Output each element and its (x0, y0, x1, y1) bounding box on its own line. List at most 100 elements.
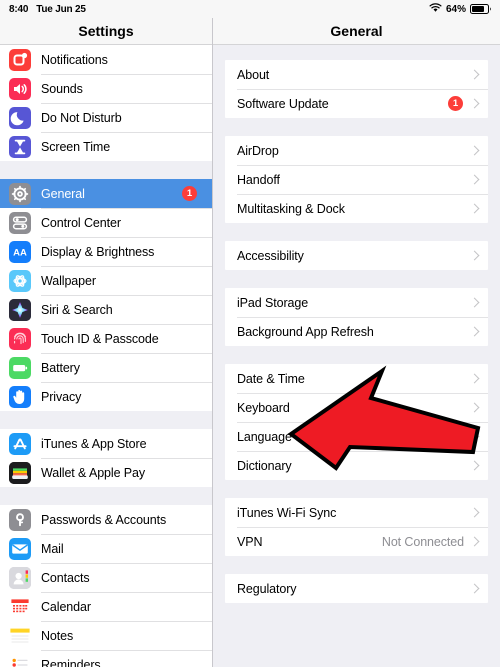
detail-top-gap (213, 45, 500, 60)
chevron-right-icon (471, 203, 478, 214)
detail-row-label: Multitasking & Dock (237, 201, 345, 216)
status-bar-date: Tue Jun 25 (36, 3, 86, 15)
mail-icon (9, 537, 31, 560)
sidebar-item-screen-time[interactable]: Screen Time (0, 132, 212, 161)
chevron-right-icon (471, 98, 478, 109)
control-center-icon (9, 211, 31, 234)
sounds-icon (9, 77, 31, 100)
sidebar-item-label: Contacts (41, 570, 90, 585)
sidebar-group-gap (0, 161, 212, 179)
sidebar-item-passwords-accounts[interactable]: Passwords & Accounts (0, 505, 212, 534)
sidebar-item-reminders[interactable]: Reminders (0, 650, 212, 667)
detail-row-software-update[interactable]: Software Update 1 (225, 89, 488, 118)
wifi-icon (429, 2, 442, 16)
detail-list[interactable]: About Software Update 1 AirDrop Handoff Multi… (213, 45, 500, 667)
detail-row-label: iTunes Wi-Fi Sync (237, 505, 337, 520)
detail-row-ipad-storage[interactable]: iPad Storage (225, 288, 488, 317)
sidebar-item-notes[interactable]: Notes (0, 621, 212, 650)
svg-text:AA: AA (13, 247, 27, 258)
sidebar-item-battery[interactable]: Battery (0, 353, 212, 382)
detail-row-itunes-wi-fi-sync[interactable]: iTunes Wi-Fi Sync (225, 498, 488, 527)
sidebar-header: Settings (0, 18, 212, 45)
sidebar-item-notifications[interactable]: Notifications (0, 45, 212, 74)
detail-group: iPad Storage Background App Refresh (225, 288, 488, 346)
sidebar-group: Notifications Sounds Do Not Disturb Screen … (0, 45, 212, 161)
detail-group: Accessibility (225, 241, 488, 270)
detail-row-vpn[interactable]: VPN Not Connected (225, 527, 488, 556)
detail-row-multitasking-dock[interactable]: Multitasking & Dock (225, 194, 488, 223)
detail-header: General (213, 18, 500, 45)
sidebar-item-label: Wallet & Apple Pay (41, 465, 146, 480)
chevron-right-icon (471, 250, 478, 261)
notifications-icon (9, 48, 31, 71)
sidebar-item-control-center[interactable]: Control Center (0, 208, 212, 237)
sidebar-item-label: Notes (41, 628, 74, 643)
detail-row-label: iPad Storage (237, 295, 309, 310)
chevron-right-icon (471, 69, 478, 80)
screen-time-icon (9, 135, 31, 158)
detail-row-label: Regulatory (237, 581, 297, 596)
detail-row-label: VPN (237, 534, 263, 549)
detail-row-label: AirDrop (237, 143, 279, 158)
notes-icon (9, 624, 31, 647)
sidebar-item-privacy[interactable]: Privacy (0, 382, 212, 411)
sidebar-item-label: General (41, 186, 85, 201)
sidebar-group-gap (0, 487, 212, 505)
sidebar-title: Settings (78, 23, 134, 39)
sidebar-item-general[interactable]: General 1 (0, 179, 212, 208)
sidebar-item-contacts[interactable]: Contacts (0, 563, 212, 592)
detail-group-gap (213, 556, 500, 574)
sidebar-item-calendar[interactable]: Calendar (0, 592, 212, 621)
sidebar-item-label: Display & Brightness (41, 244, 155, 259)
sidebar-item-label: Passwords & Accounts (41, 512, 167, 527)
detail-row-label: Language & Region (237, 429, 346, 444)
detail-group-gap (213, 270, 500, 288)
sidebar-item-badge: 1 (182, 186, 197, 201)
detail-row-label: Keyboard (237, 400, 290, 415)
status-bar-left: 8:40 Tue Jun 25 (9, 4, 86, 15)
chevron-right-icon (471, 402, 478, 413)
chevron-right-icon (471, 536, 478, 547)
sidebar-item-itunes-app-store[interactable]: iTunes & App Store (0, 429, 212, 458)
sidebar-item-label: Calendar (41, 599, 91, 614)
detail-row-about[interactable]: About (225, 60, 488, 89)
detail-row-label: Software Update (237, 96, 329, 111)
detail-row-language-region[interactable]: Language & Region (225, 422, 488, 451)
detail-row-date-time[interactable]: Date & Time (225, 364, 488, 393)
sidebar-item-siri-search[interactable]: Siri & Search (0, 295, 212, 324)
touch-id-icon (9, 327, 31, 350)
detail-group: AirDrop Handoff Multitasking & Dock (225, 136, 488, 223)
chevron-right-icon (471, 174, 478, 185)
sidebar-item-label: iTunes & App Store (41, 436, 147, 451)
sidebar-item-do-not-disturb[interactable]: Do Not Disturb (0, 103, 212, 132)
status-bar: 8:40 Tue Jun 25 64% (0, 0, 500, 18)
chevron-right-icon (471, 145, 478, 156)
chevron-right-icon (471, 431, 478, 442)
status-bar-right: 64% (429, 2, 492, 16)
detail-row-accessibility[interactable]: Accessibility (225, 241, 488, 270)
sidebar-item-display-brightness[interactable]: AA Display & Brightness (0, 237, 212, 266)
detail-group-gap (213, 223, 500, 241)
privacy-icon (9, 385, 31, 408)
sidebar-list[interactable]: Notifications Sounds Do Not Disturb Screen … (0, 45, 212, 667)
sidebar-item-sounds[interactable]: Sounds (0, 74, 212, 103)
detail-row-airdrop[interactable]: AirDrop (225, 136, 488, 165)
sidebar-group: iTunes & App Store Wallet & Apple Pay (0, 429, 212, 487)
detail-row-dictionary[interactable]: Dictionary (225, 451, 488, 480)
detail-row-label: Handoff (237, 172, 280, 187)
detail-row-background-app-refresh[interactable]: Background App Refresh (225, 317, 488, 346)
sidebar-item-touch-id-passcode[interactable]: Touch ID & Passcode (0, 324, 212, 353)
detail-row-keyboard[interactable]: Keyboard (225, 393, 488, 422)
detail-group: Regulatory (225, 574, 488, 603)
sidebar-item-wallpaper[interactable]: Wallpaper (0, 266, 212, 295)
ipad-settings-screen: 8:40 Tue Jun 25 64% Settings Notificatio… (0, 0, 500, 667)
detail-row-regulatory[interactable]: Regulatory (225, 574, 488, 603)
sidebar-item-wallet-apple-pay[interactable]: Wallet & Apple Pay (0, 458, 212, 487)
sidebar-item-mail[interactable]: Mail (0, 534, 212, 563)
wallpaper-icon (9, 269, 31, 292)
detail-row-handoff[interactable]: Handoff (225, 165, 488, 194)
chevron-right-icon (471, 297, 478, 308)
chevron-right-icon (471, 460, 478, 471)
sidebar-item-label: Touch ID & Passcode (41, 331, 159, 346)
detail-group: iTunes Wi-Fi Sync VPN Not Connected (225, 498, 488, 556)
